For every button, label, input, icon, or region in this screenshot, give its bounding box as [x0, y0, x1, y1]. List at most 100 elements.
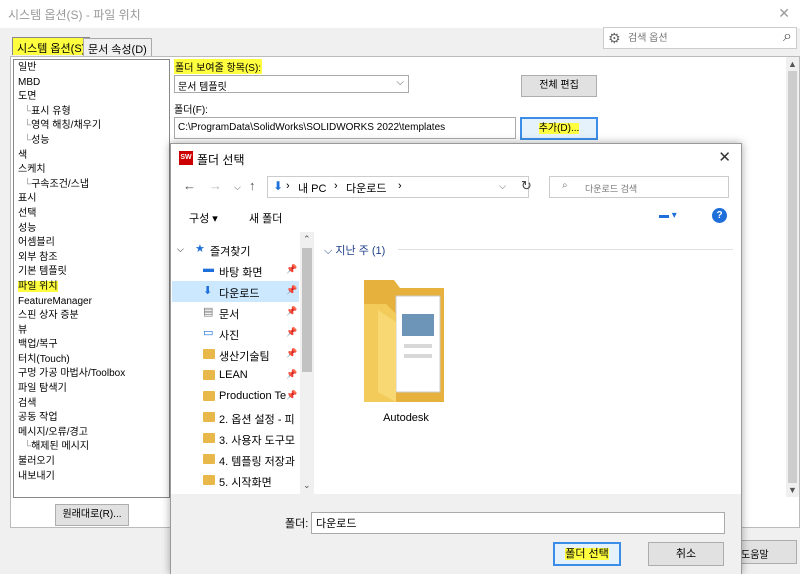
tree-item[interactable]: 어셈블리: [14, 236, 169, 251]
up-arrow-icon[interactable]: ↑: [249, 178, 256, 193]
nav-item-downloads[interactable]: ⬇ 다운로드 📌: [172, 281, 299, 302]
dialog-toolbar: 구성 ▾ 새 폴더 ▬ ▾ ?: [171, 202, 741, 230]
address-segment-pc[interactable]: 내 PC: [298, 180, 326, 196]
window-close-icon[interactable]: ✕: [778, 5, 790, 22]
tree-item[interactable]: 기본 템플릿: [14, 265, 169, 280]
tree-item[interactable]: 구멍 가공 마법사/Toolbox: [14, 367, 169, 382]
forward-arrow-icon[interactable]: →: [209, 178, 222, 193]
tree-item[interactable]: 불러오기: [14, 455, 169, 470]
tree-item[interactable]: 파일 탐색기: [14, 382, 169, 397]
address-history-chevron-icon[interactable]: ⌵: [499, 181, 506, 192]
scroll-down-icon[interactable]: ▼: [788, 485, 797, 495]
tree-item[interactable]: 성능: [14, 222, 169, 237]
search-icon[interactable]: ⌕: [783, 28, 792, 46]
tree-item[interactable]: 스케치: [14, 163, 169, 178]
organize-button[interactable]: 구성 ▾: [189, 210, 218, 226]
tree-item[interactable]: 메시지/오류/경고: [14, 426, 169, 441]
help-icon[interactable]: ?: [712, 208, 727, 223]
tree-item[interactable]: └성능: [14, 134, 169, 149]
cancel-button[interactable]: 취소: [648, 542, 724, 566]
tree-item[interactable]: 색: [14, 149, 169, 164]
new-folder-button[interactable]: 새 폴더: [249, 210, 282, 226]
nav-item-folder[interactable]: 4. 템플링 저장과: [172, 449, 299, 470]
reset-button[interactable]: 원래대로(R)...: [55, 504, 129, 526]
edit-all-button[interactable]: 전체 편집: [521, 75, 597, 97]
options-scrollbar[interactable]: ▲ ▼: [786, 57, 799, 497]
tree-item[interactable]: └구속조건/스냅: [14, 178, 169, 193]
select-folder-button[interactable]: 폴더 선택: [553, 542, 621, 566]
tree-item[interactable]: └영역 해칭/채우기: [14, 119, 169, 134]
tree-item[interactable]: FeatureManager: [14, 295, 169, 310]
navigation-pane-scrollbar[interactable]: ⌃ ⌄: [300, 232, 314, 494]
nav-item-quick-access[interactable]: ⌵ ★ 즐겨찾기: [172, 239, 299, 260]
pin-icon[interactable]: 📌: [286, 348, 297, 359]
refresh-icon[interactable]: ↻: [521, 178, 532, 194]
pin-icon[interactable]: 📌: [286, 390, 297, 401]
nav-item-folder[interactable]: 3. 사용자 도구모: [172, 428, 299, 449]
nav-item-folder[interactable]: 5. 시작화면: [172, 470, 299, 491]
back-arrow-icon[interactable]: ←: [183, 178, 196, 193]
desktop-icon: ▬: [203, 263, 214, 275]
pin-icon[interactable]: 📌: [286, 306, 297, 317]
show-folders-select[interactable]: 문서 템플릿 ⌵: [174, 75, 409, 93]
tree-item[interactable]: └해제된 메시지: [14, 440, 169, 455]
pin-icon[interactable]: 📌: [286, 285, 297, 296]
folder-icon: [203, 454, 215, 467]
scroll-up-icon[interactable]: ⌃: [303, 234, 311, 245]
recent-locations-chevron-icon[interactable]: ⌵: [234, 182, 241, 193]
tree-item[interactable]: 도면: [14, 90, 169, 105]
pin-icon[interactable]: 📌: [286, 369, 297, 380]
scroll-down-icon[interactable]: ⌄: [303, 480, 311, 491]
tree-item[interactable]: 스핀 상자 증분: [14, 309, 169, 324]
scroll-thumb[interactable]: [788, 71, 797, 483]
tree-item[interactable]: MBD: [14, 76, 169, 91]
add-button[interactable]: 추가(D)...: [520, 117, 598, 140]
tree-item-file-locations[interactable]: 파일 위치: [14, 280, 169, 295]
tree-item[interactable]: 뷰: [14, 324, 169, 339]
search-options-input[interactable]: [628, 30, 768, 46]
tree-item[interactable]: 터치(Touch): [14, 353, 169, 368]
nav-item-folder[interactable]: LEAN 📌: [172, 365, 299, 386]
pin-icon[interactable]: 📌: [286, 327, 297, 338]
address-bar[interactable]: ⬇ › 내 PC › 다운로드 › ⌵: [267, 176, 529, 198]
address-separator: ›: [398, 180, 402, 192]
address-segment-downloads[interactable]: 다운로드: [346, 180, 386, 196]
nav-item-folder[interactable]: 2. 옵션 설정 - 피: [172, 407, 299, 428]
tab-document-properties[interactable]: 문서 속성(D): [83, 38, 152, 56]
folder-icon[interactable]: [356, 274, 456, 402]
dialog-search-box[interactable]: ⌕ 다운로드 검색: [549, 176, 729, 198]
pin-icon[interactable]: 📌: [286, 264, 297, 275]
folder-field-label: 폴더:: [285, 518, 309, 530]
folder-path-item[interactable]: C:\ProgramData\SolidWorks\SOLIDWORKS 202…: [174, 117, 516, 139]
view-options-icon[interactable]: ▬ ▾: [659, 210, 677, 221]
folder-icon: [203, 433, 215, 446]
folder-name-input[interactable]: [311, 512, 725, 534]
help-button[interactable]: 도움말: [735, 540, 797, 564]
tree-item[interactable]: 선택: [14, 207, 169, 222]
dialog-search-placeholder: 다운로드 검색: [585, 184, 638, 194]
nav-item-documents[interactable]: ▤ 문서 📌: [172, 302, 299, 323]
folder-item-label[interactable]: Autodesk: [356, 412, 456, 424]
tree-item[interactable]: 내보내기: [14, 470, 169, 485]
tab-system-options[interactable]: 시스템 옵션(S): [12, 37, 91, 55]
tree-item[interactable]: └표시 유형: [14, 105, 169, 120]
show-folders-value: 문서 템플릿: [178, 82, 227, 93]
tree-item[interactable]: 백업/복구: [14, 338, 169, 353]
solidworks-app-icon: SW: [179, 151, 193, 165]
tree-item[interactable]: 일반: [14, 61, 169, 76]
group-header[interactable]: ⌵ 지난 주 (1): [324, 242, 385, 258]
document-icon: ▤: [203, 306, 214, 318]
dialog-title: 폴더 선택: [197, 153, 245, 167]
tree-item[interactable]: 외부 참조: [14, 251, 169, 266]
nav-item-folder[interactable]: Production Te 📌: [172, 386, 299, 407]
nav-item-pictures[interactable]: ▭ 사진 📌: [172, 323, 299, 344]
tree-item[interactable]: 검색: [14, 397, 169, 412]
tree-item[interactable]: 공동 작업: [14, 411, 169, 426]
scroll-up-icon[interactable]: ▲: [788, 59, 797, 69]
tree-item[interactable]: 표시: [14, 192, 169, 207]
scroll-thumb[interactable]: [302, 248, 312, 372]
nav-item-folder[interactable]: 생산기술팀 📌: [172, 344, 299, 365]
nav-item-desktop[interactable]: ▬ 바탕 화면 📌: [172, 260, 299, 281]
gear-icon[interactable]: ⚙: [608, 30, 621, 47]
dialog-close-icon[interactable]: ✕: [718, 148, 731, 166]
